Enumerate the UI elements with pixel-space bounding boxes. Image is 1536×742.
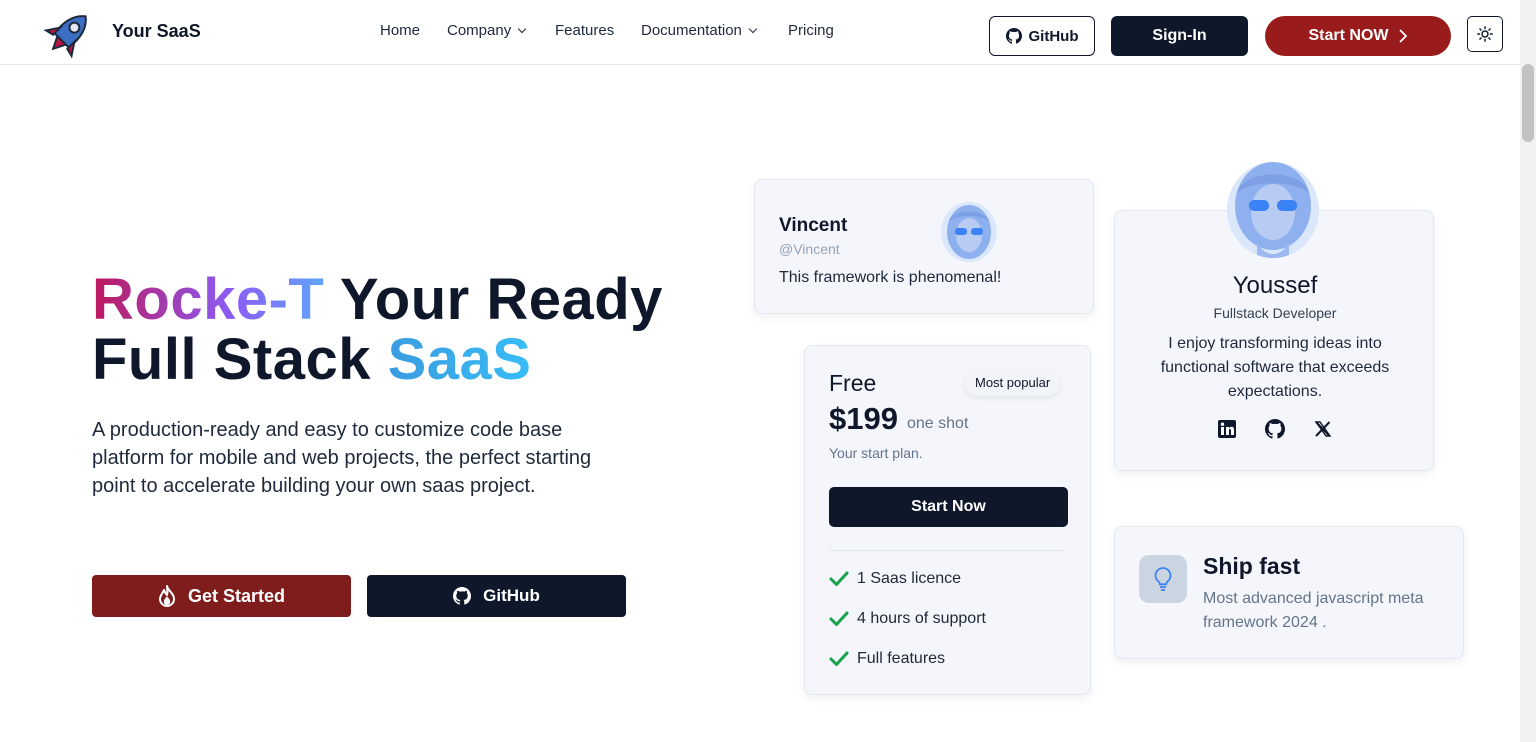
sign-in-button[interactable]: Sign-In — [1111, 16, 1248, 56]
check-icon — [829, 571, 849, 586]
divider — [829, 550, 1064, 551]
x-icon[interactable] — [1313, 419, 1333, 439]
flame-icon — [158, 585, 175, 607]
plan-start-button[interactable]: Start Now — [829, 487, 1068, 527]
pricing-card: Free Most popular $199 one shot Your sta… — [804, 345, 1091, 695]
testimonial-card: Vincent @Vincent This framework is pheno… — [754, 179, 1094, 314]
hero-description: A production-ready and easy to customize… — [92, 419, 592, 497]
hero-title: Rocke-T Your Ready Full Stack SaaS — [92, 267, 663, 392]
nav-home[interactable]: Home — [380, 22, 420, 39]
plan-name: Free — [829, 370, 877, 396]
chevron-right-icon — [1398, 29, 1407, 43]
plan-period: one shot — [907, 415, 969, 432]
feature-item: 4 hours of support — [829, 610, 986, 628]
avatar — [941, 202, 997, 262]
profile-bio: I enjoy transforming ideas into function… — [1160, 335, 1390, 400]
linkedin-icon[interactable] — [1217, 419, 1237, 439]
feature-text: Most advanced javascript meta framework … — [1203, 590, 1424, 631]
feature-item: 1 Saas licence — [829, 570, 961, 588]
testimonial-text: This framework is phenomenal! — [779, 269, 1002, 286]
sun-icon — [1477, 26, 1493, 42]
testimonial-name: Vincent — [779, 215, 848, 236]
site-header: Your SaaS Home Company Features Document… — [0, 0, 1520, 65]
check-icon — [829, 651, 849, 666]
nav-features[interactable]: Features — [555, 22, 614, 39]
profile-name: Youssef — [1232, 272, 1318, 299]
chevron-down-icon — [748, 24, 758, 34]
get-started-button[interactable]: Get Started — [92, 575, 351, 617]
profile-role: Fullstack Developer — [1213, 305, 1337, 321]
avatar — [1227, 162, 1319, 258]
feature-card: Ship fast Most advanced javascript meta … — [1114, 526, 1464, 659]
feature-item: Full features — [829, 650, 945, 668]
start-now-button[interactable]: Start NOW — [1265, 16, 1451, 56]
lightbulb-icon — [1139, 555, 1187, 603]
feature-title: Ship fast — [1203, 553, 1301, 579]
nav-documentation[interactable]: Documentation — [641, 22, 758, 39]
nav-company[interactable]: Company — [447, 22, 527, 39]
github-icon[interactable] — [1265, 419, 1285, 439]
testimonial-handle: @Vincent — [779, 241, 840, 257]
chevron-down-icon — [517, 24, 527, 34]
rocket-icon[interactable] — [40, 7, 96, 61]
github-icon — [453, 587, 472, 605]
plan-subtitle: Your start plan. — [829, 445, 923, 461]
nav-pricing[interactable]: Pricing — [788, 22, 834, 39]
plan-price: $199 — [829, 401, 898, 436]
github-icon — [1005, 28, 1022, 44]
status-badge: Most popular — [965, 370, 1061, 396]
theme-toggle-button[interactable] — [1467, 16, 1503, 52]
check-icon — [829, 611, 849, 626]
github-header-button[interactable]: GitHub — [989, 16, 1095, 56]
brand-name[interactable]: Your SaaS — [112, 21, 201, 42]
scrollbar-thumb[interactable] — [1522, 64, 1534, 142]
github-hero-button[interactable]: GitHub — [367, 575, 626, 617]
